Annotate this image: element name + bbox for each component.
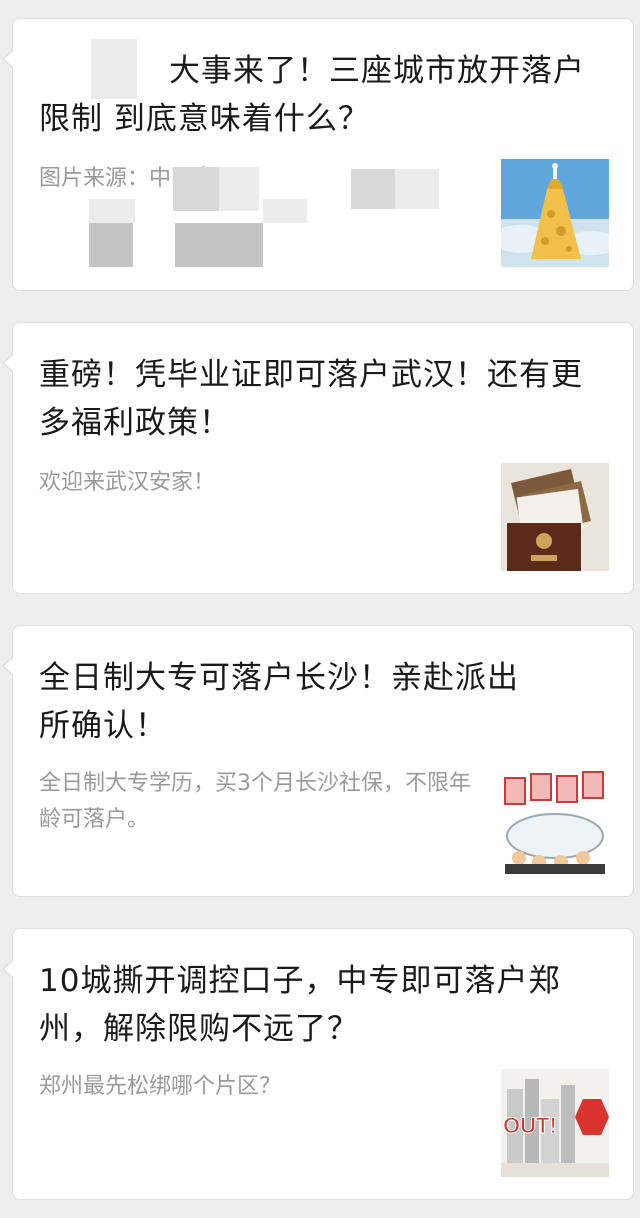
- article-card[interactable]: 10城撕开调控口子，中专即可落户郑州，解除限购不远了？ 郑州最先松绑哪个片区？ …: [2, 928, 634, 1200]
- mosaic-redaction: [175, 223, 219, 267]
- article-list: 大事来了！三座城市放开落户限制 到底意味着什么？ 图片来源：中国文 重磅！凭毕业…: [0, 0, 640, 1218]
- article-thumbnail[interactable]: [501, 463, 609, 571]
- article-card[interactable]: 大事来了！三座城市放开落户限制 到底意味着什么？ 图片来源：中国文: [2, 18, 634, 291]
- article-card[interactable]: 重磅！凭毕业证即可落户武汉！还有更多福利政策！ 欢迎来武汉安家！: [2, 322, 634, 594]
- mosaic-redaction: [219, 223, 263, 267]
- mosaic-redaction: [173, 167, 219, 211]
- mosaic-redaction: [263, 199, 307, 223]
- household-register-book-image: [501, 463, 609, 571]
- mosaic-redaction: [91, 39, 137, 99]
- city-hukou-cartoon-image: [501, 766, 609, 874]
- article-title[interactable]: 全日制大专可落户长沙！亲赴派出所确认！: [39, 654, 539, 750]
- mosaic-redaction: [395, 169, 439, 209]
- article-description: 欢迎来武汉安家！: [39, 470, 216, 495]
- article-thumbnail[interactable]: [501, 766, 609, 874]
- mosaic-redaction: [351, 169, 395, 209]
- out-label: OUT!: [503, 1113, 557, 1138]
- article-description: 全日制大专学历，买3个月长沙社保，不限年龄可落户。: [39, 771, 471, 832]
- article-description: 郑州最先松绑哪个片区？: [39, 1074, 282, 1099]
- article-card[interactable]: 全日制大专可落户长沙！亲赴派出所确认！ 全日制大专学历，买3个月长沙社保，不限年…: [2, 625, 634, 897]
- cheese-tower-image: [501, 159, 609, 267]
- article-thumbnail[interactable]: OUT!: [501, 1069, 609, 1177]
- mosaic-redaction: [89, 199, 135, 223]
- article-thumbnail[interactable]: [501, 159, 609, 267]
- article-title[interactable]: 10城撕开调控口子，中专即可落户郑州，解除限购不远了？: [39, 957, 609, 1053]
- article-title[interactable]: 重磅！凭毕业证即可落户武汉！还有更多福利政策！: [39, 351, 609, 447]
- out-purchase-limit-image: OUT!: [501, 1069, 609, 1177]
- mosaic-redaction: [219, 167, 259, 211]
- mosaic-redaction: [89, 223, 133, 267]
